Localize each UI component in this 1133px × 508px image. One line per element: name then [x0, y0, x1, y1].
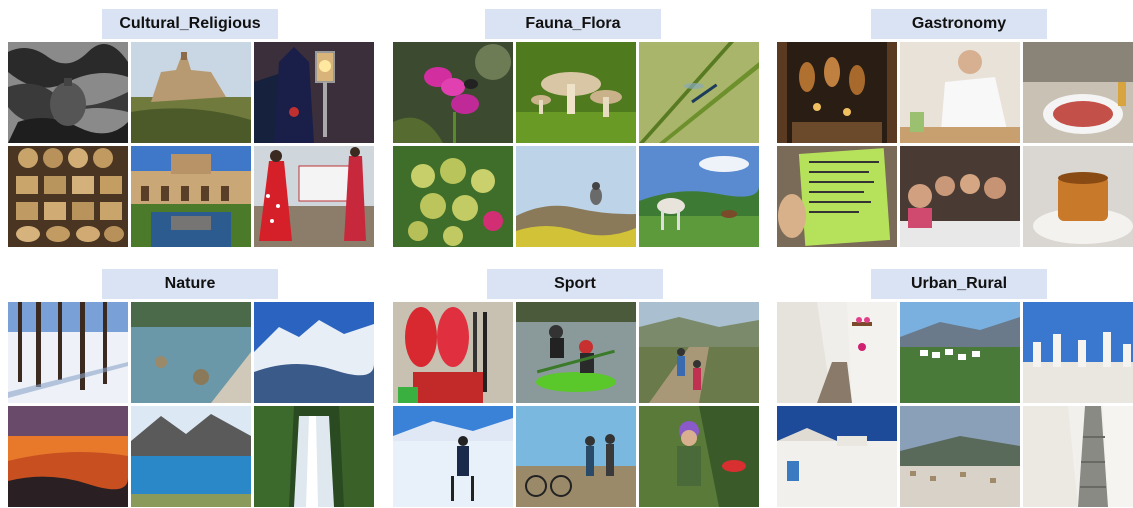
photo-stepped-alley: [1023, 406, 1133, 507]
photo-bird-rock: [516, 146, 636, 247]
photo-snow-mountains: [254, 302, 374, 403]
photo-snow-forest: [8, 302, 128, 403]
photo-procession: [254, 42, 374, 143]
photo-castle: [131, 42, 251, 143]
photo-grid: [8, 302, 374, 508]
photo-clear-lake: [131, 302, 251, 403]
photo-pastry: [1023, 146, 1133, 247]
photo-pink-flowers: [393, 42, 513, 143]
panel-nature: Nature: [8, 269, 374, 508]
panel-urban: Urban_Rural: [777, 269, 1133, 508]
photo-cyclists: [516, 406, 636, 507]
category-label: Cultural_Religious: [102, 9, 278, 39]
photo-group-selfie: [900, 146, 1020, 247]
photo-white-street: [777, 302, 897, 403]
photo-kayak-rapids: [516, 302, 636, 403]
photo-horses: [639, 146, 759, 247]
photo-grid: [393, 302, 759, 508]
photo-chef: [900, 42, 1020, 143]
photo-mushrooms: [516, 42, 636, 143]
photo-sunset: [8, 406, 128, 507]
photo-ham-plate: [1023, 42, 1133, 143]
photo-wall-jug: [8, 42, 128, 143]
photo-red-kayaks: [393, 302, 513, 403]
panel-sport: Sport: [393, 269, 759, 508]
photo-market-hams: [777, 42, 897, 143]
photo-grid: [8, 42, 374, 248]
category-label: Urban_Rural: [871, 269, 1047, 299]
photo-hikers: [639, 302, 759, 403]
photo-grid: [393, 42, 759, 248]
photo-baskets: [8, 146, 128, 247]
photo-white-houses: [777, 406, 897, 507]
photo-hillside-village: [900, 302, 1020, 403]
photo-skier: [393, 406, 513, 507]
photo-damselfly: [639, 42, 759, 143]
category-label: Nature: [102, 269, 278, 299]
category-label: Fauna_Flora: [485, 9, 661, 39]
photo-rooftops: [1023, 302, 1133, 403]
photo-town-dusk: [900, 406, 1020, 507]
photo-alpine-lake: [131, 406, 251, 507]
photo-succulent: [393, 146, 513, 247]
panel-fauna: Fauna_Flora: [393, 9, 759, 248]
photo-grid: [777, 302, 1133, 508]
photo-menu-card: [777, 146, 897, 247]
photo-child-climber: [639, 406, 759, 507]
panel-cultural: Cultural_Religious: [8, 9, 374, 248]
photo-waterfall: [254, 406, 374, 507]
photo-grid: [777, 42, 1133, 248]
category-label: Sport: [487, 269, 663, 299]
category-label: Gastronomy: [871, 9, 1047, 39]
photo-alhambra: [131, 146, 251, 247]
photo-flamenco: [254, 146, 374, 247]
panel-gastro: Gastronomy: [777, 9, 1133, 248]
